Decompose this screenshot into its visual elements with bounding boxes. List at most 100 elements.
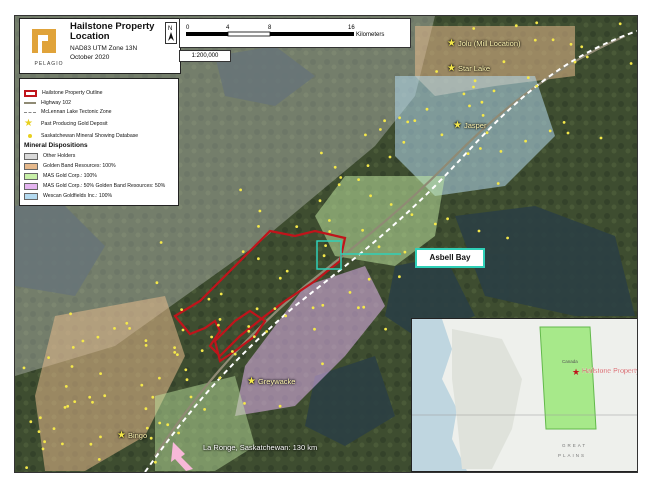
mineral-showing-dot <box>285 269 289 273</box>
asbell-bay-label[interactable]: Asbell Bay <box>415 248 485 268</box>
mineral-showing-dot <box>149 436 153 440</box>
mineral-showing-dot <box>158 421 162 425</box>
mineral-showing-dot <box>506 236 509 240</box>
mineral-showing-dot <box>255 307 259 311</box>
mineral-showing-dot <box>151 395 155 399</box>
mineral-showing-dot <box>321 303 325 307</box>
legend-item-dot: Saskatchewan Mineral Showing Database <box>24 132 138 140</box>
mineral-showing-dot <box>485 131 489 135</box>
legend-item-star: ★ Past Producing Gold Deposit <box>24 119 108 129</box>
mineral-showing-dot <box>243 402 246 405</box>
mineral-showing-dot <box>435 70 438 73</box>
mineral-showing-dot <box>144 344 148 347</box>
mineral-showing-dot <box>462 92 466 96</box>
mineral-showing-dot <box>398 275 401 279</box>
place-label: Bingo <box>127 431 148 440</box>
date-text: October 2020 <box>70 54 110 61</box>
mineral-showing-dot <box>37 430 41 433</box>
mineral-showing-dot <box>210 335 214 339</box>
scale-bar: 0 4 8 16 Kilometers <box>179 18 411 48</box>
mineral-showing-dot <box>369 194 372 198</box>
north-label: N <box>168 26 172 32</box>
mineral-showing-dot <box>128 327 131 330</box>
mineral-showing-dot <box>440 133 444 137</box>
legend-label: Wescan Goldfields Inc.: 100% <box>43 193 113 199</box>
mineral-showing-dot <box>61 442 64 446</box>
mineral-showing-dot <box>144 339 148 342</box>
mineral-showing-dot <box>548 129 552 133</box>
mineral-showing-dot <box>477 229 481 233</box>
mineral-showing-dot <box>479 147 482 150</box>
mineral-showing-dot <box>367 277 371 281</box>
mineral-showing-dot <box>364 133 367 137</box>
mineral-showing-dot <box>154 460 157 464</box>
mineral-showing-dot <box>526 76 530 79</box>
inset-map[interactable]: Canada GREAT PLAINS ★ Hailstone Property <box>411 318 637 472</box>
mineral-showing-dot <box>337 183 341 187</box>
mineral-showing-dot <box>39 416 42 420</box>
mineral-showing-dot <box>580 45 584 49</box>
mineral-showing-dot <box>473 79 477 83</box>
legend-label: Hailstone Property Outline <box>42 90 103 96</box>
mineral-showing-dot <box>52 427 56 430</box>
legend-disp-2: MAS Gold Corp.: 100% <box>24 172 97 180</box>
mineral-showing-dot <box>64 385 68 388</box>
place-label: Greywacke <box>257 377 296 386</box>
mineral-showing-dot <box>446 217 449 221</box>
place-star-lake[interactable]: ★ Star Lake <box>447 63 490 74</box>
logo-icon <box>32 29 56 53</box>
legend-swatch-mas-golden <box>24 182 38 190</box>
mineral-showing-dot <box>362 305 366 309</box>
inset-label-plains: PLAINS <box>558 453 586 458</box>
mineral-showing-dot <box>328 230 332 233</box>
legend-label: Highway 102 <box>41 100 71 106</box>
place-greywacke[interactable]: ★ Greywacke <box>247 376 295 387</box>
mineral-showing-dot <box>231 350 234 353</box>
mineral-showing-dot <box>81 339 85 343</box>
place-jasper[interactable]: ★ Jasper <box>453 120 486 131</box>
mineral-showing-dot <box>180 308 184 311</box>
mineral-showing-dot <box>466 152 470 156</box>
title-box: PELAGIO Hailstone Property Location NAD8… <box>19 18 181 74</box>
place-bingo[interactable]: ★ Bingo <box>117 430 147 441</box>
mineral-showing-dot <box>239 188 243 192</box>
legend-swatch-mas <box>24 172 38 180</box>
inset-star-icon: ★ <box>572 367 580 377</box>
star-icon: ★ <box>447 38 456 49</box>
mineral-showing-dot <box>562 121 566 124</box>
legend-item-tectonic: McLennan Lake Tectonic Zone <box>24 108 112 116</box>
mineral-showing-dot <box>43 440 46 444</box>
mineral-showing-dot <box>241 250 245 254</box>
mineral-showing-dot <box>144 407 148 411</box>
place-jolu[interactable]: ★ Jolu (Mill Location) <box>447 38 521 49</box>
mineral-showing-dot <box>366 164 370 168</box>
mineral-showing-dot <box>472 27 476 30</box>
mineral-showing-dot <box>425 107 429 111</box>
mineral-showing-dot <box>176 353 179 356</box>
mineral-showing-dot <box>322 254 326 258</box>
mineral-showing-dot <box>328 219 331 222</box>
legend-swatch-tectonic <box>24 111 36 113</box>
mineral-showing-dot <box>96 335 100 339</box>
mineral-showing-dot <box>566 131 570 135</box>
projection-text: NAD83 UTM Zone 13N <box>70 45 138 52</box>
map-frame[interactable]: PELAGIO Hailstone Property Location NAD8… <box>14 15 638 473</box>
place-label: Star Lake <box>457 64 491 73</box>
mineral-showing-dot <box>389 203 393 206</box>
legend-label: McLennan Lake Tectonic Zone <box>41 109 112 115</box>
mineral-showing-dot <box>203 408 207 411</box>
mineral-showing-dot <box>140 383 144 387</box>
mineral-showing-dot <box>265 330 268 333</box>
mineral-showing-dot <box>472 85 475 89</box>
mineral-showing-dot <box>339 176 343 179</box>
legend-disp-1: Golden Band Resources: 100% <box>24 162 116 170</box>
mineral-showing-dot <box>284 314 288 318</box>
inset-saskatchewan <box>539 326 597 430</box>
scale-unit: Kilometers <box>356 32 384 38</box>
mineral-showing-dot <box>324 244 327 248</box>
mineral-showing-dot <box>125 321 129 325</box>
mineral-showing-dot <box>257 225 260 228</box>
star-icon: ★ <box>247 376 256 387</box>
mineral-showing-dot <box>158 376 161 380</box>
mineral-showing-dot <box>29 420 33 424</box>
